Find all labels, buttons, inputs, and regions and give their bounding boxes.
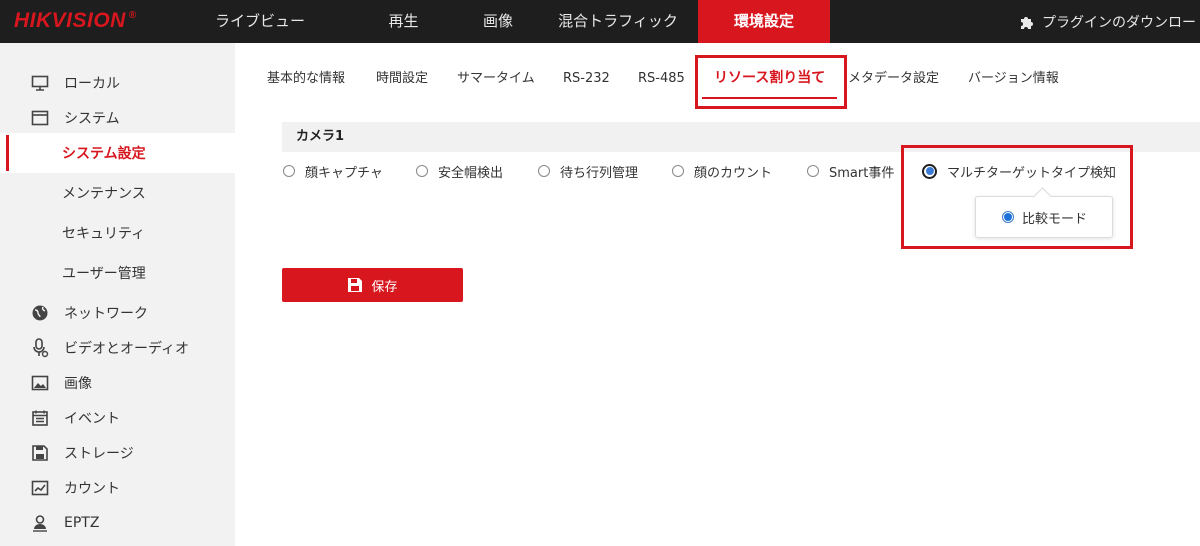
sidebar-item-user-management[interactable]: ユーザー管理 bbox=[0, 253, 235, 293]
option-label: Smart事件 bbox=[829, 165, 895, 181]
sidebar-item-system-settings[interactable]: システム設定 bbox=[0, 133, 235, 173]
mic-icon bbox=[30, 338, 50, 358]
save-button[interactable]: 保存 bbox=[282, 268, 463, 302]
save-button-label: 保存 bbox=[371, 278, 398, 294]
radio-button[interactable] bbox=[538, 165, 550, 177]
highlight-box-tab bbox=[695, 55, 847, 109]
highlight-box-option bbox=[901, 145, 1133, 249]
nav-live-view[interactable]: ライブビュー bbox=[215, 0, 305, 43]
tab-version-info[interactable]: バージョン情報 bbox=[968, 56, 1059, 101]
sidebar-item-label: EPTZ bbox=[64, 515, 100, 531]
option-face-capture[interactable]: 顔キャプチャ bbox=[283, 160, 383, 182]
tab-basic-info[interactable]: 基本的な情報 bbox=[267, 56, 345, 101]
option-smart-event[interactable]: Smart事件 bbox=[807, 160, 894, 182]
save-icon bbox=[30, 443, 50, 463]
radio-button[interactable] bbox=[672, 165, 684, 177]
sidebar-item-local[interactable]: ローカル bbox=[0, 63, 235, 103]
sidebar-item-network[interactable]: ネットワーク bbox=[0, 293, 235, 333]
radio-button[interactable] bbox=[283, 165, 295, 177]
sidebar-item-eptz[interactable]: EPTZ bbox=[0, 503, 235, 543]
sidebar-item-system[interactable]: システム bbox=[0, 98, 235, 138]
chart-icon bbox=[30, 478, 50, 498]
person-icon bbox=[30, 513, 50, 533]
globe-icon bbox=[30, 303, 50, 323]
nav-playback[interactable]: 再生 bbox=[341, 0, 466, 43]
calendar-icon bbox=[30, 408, 50, 428]
sidebar-item-label: ローカル bbox=[64, 76, 120, 92]
floppy-icon bbox=[348, 278, 363, 292]
puzzle-icon bbox=[1021, 16, 1033, 29]
top-nav: ライブビュー 再生 画像 混合トラフィック 環境設定 bbox=[215, 0, 830, 43]
sidebar-item-label: ストレージ bbox=[64, 446, 134, 462]
nav-picture[interactable]: 画像 bbox=[466, 0, 530, 43]
radio-button[interactable] bbox=[807, 165, 819, 177]
sidebar-item-security[interactable]: セキュリティ bbox=[0, 213, 235, 253]
option-face-counting[interactable]: 顔のカウント bbox=[672, 160, 772, 182]
sidebar-item-label: イベント bbox=[64, 411, 120, 427]
option-label: 待ち行列管理 bbox=[560, 165, 639, 181]
sidebar-item-label: ネットワーク bbox=[64, 306, 148, 322]
option-hard-hat-detection[interactable]: 安全帽検出 bbox=[416, 160, 503, 182]
sidebar-item-storage[interactable]: ストレージ bbox=[0, 433, 235, 473]
tab-rs485[interactable]: RS-485 bbox=[638, 56, 685, 101]
image-icon bbox=[30, 373, 50, 393]
nav-mixed-traffic[interactable]: 混合トラフィック bbox=[538, 0, 698, 43]
sidebar-item-label: ビデオとオーディオ bbox=[64, 341, 190, 357]
window-icon bbox=[30, 108, 50, 128]
sidebar-item-video-audio[interactable]: ビデオとオーディオ bbox=[0, 328, 235, 368]
tab-time-settings[interactable]: 時間設定 bbox=[376, 56, 428, 101]
plugin-download-link[interactable]: プラグインのダウンロード bbox=[1018, 0, 1200, 43]
sidebar-item-label: 画像 bbox=[64, 376, 92, 392]
sidebar-item-label: セキュリティ bbox=[62, 226, 146, 242]
hikvision-logo[interactable]: HIKVISION ® bbox=[14, 9, 137, 33]
option-label: 顔のカウント bbox=[694, 165, 773, 181]
top-bar: HIKVISION ® ライブビュー 再生 画像 混合トラフィック 環境設定 プラ… bbox=[0, 0, 1200, 43]
sidebar: ローカル システム システム設定 メンテナンス セキュリティ ユーザー管理 ネッ… bbox=[0, 43, 235, 546]
tab-metadata-settings[interactable]: メタデータ設定 bbox=[848, 56, 939, 101]
tab-dst[interactable]: サマータイム bbox=[457, 56, 535, 101]
sidebar-item-counting[interactable]: カウント bbox=[0, 468, 235, 508]
sidebar-item-image[interactable]: 画像 bbox=[0, 363, 235, 403]
sidebar-item-event[interactable]: イベント bbox=[0, 398, 235, 438]
registered-mark: ® bbox=[128, 9, 137, 21]
sidebar-item-label: カウント bbox=[64, 481, 120, 497]
logo-text: HIKVISION bbox=[14, 9, 126, 32]
sidebar-item-label: ユーザー管理 bbox=[62, 266, 146, 282]
sidebar-item-maintenance[interactable]: メンテナンス bbox=[0, 173, 235, 213]
monitor-icon bbox=[30, 73, 50, 93]
sidebar-item-label: メンテナンス bbox=[62, 186, 146, 202]
option-label: 安全帽検出 bbox=[438, 165, 504, 181]
option-label: 顔キャプチャ bbox=[305, 165, 383, 181]
nav-configuration[interactable]: 環境設定 bbox=[698, 0, 830, 43]
option-queue-management[interactable]: 待ち行列管理 bbox=[538, 160, 638, 182]
plugin-download-label: プラグインのダウンロード bbox=[1042, 14, 1200, 31]
tab-rs232[interactable]: RS-232 bbox=[563, 56, 610, 101]
sidebar-item-label: システム bbox=[64, 111, 120, 127]
radio-button[interactable] bbox=[416, 165, 428, 177]
sidebar-item-label: システム設定 bbox=[62, 146, 146, 162]
